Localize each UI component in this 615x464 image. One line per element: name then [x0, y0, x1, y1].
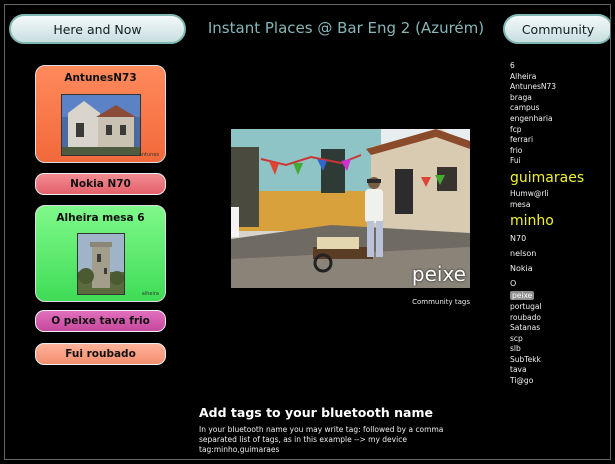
building-photo — [61, 94, 141, 156]
tower-photo-image — [78, 234, 124, 294]
tag-label: Satanas — [510, 323, 541, 333]
tag-list-item[interactable]: Fui — [510, 156, 610, 167]
tag-label: slb — [510, 344, 521, 354]
tag-label: engenharia — [510, 113, 553, 123]
tag-list-item[interactable]: AntunesN73 — [510, 82, 610, 93]
device-card-caption: Alheira mesa 6 — [56, 212, 145, 224]
tag-list-item[interactable]: Nokia — [510, 262, 610, 277]
tag-button-label: O peixe tava frio — [51, 315, 150, 327]
photo-credit: alheira — [141, 291, 159, 297]
tag-button-nokia-n70[interactable]: Nokia N70 — [35, 173, 166, 195]
tag-label: mesa — [510, 199, 531, 209]
app-window: Here and Now Instant Places @ Bar Eng 2 … — [4, 4, 611, 460]
tag-list-item[interactable]: braga — [510, 92, 610, 104]
tag-list-item[interactable]: minho — [510, 210, 610, 232]
add-tags-heading: Add tags to your bluetooth name — [199, 405, 433, 420]
tag-list-item[interactable]: fcp — [510, 124, 610, 136]
tag-list-item[interactable]: peixe — [510, 291, 610, 302]
tag-list-item[interactable]: Ti@go — [510, 376, 610, 387]
tag-list-item[interactable]: SubTekk — [510, 354, 610, 366]
tag-list-item[interactable]: Humw@rli — [510, 188, 610, 200]
tab-here-and-now[interactable]: Here and Now — [9, 14, 186, 44]
tag-label: frio — [510, 145, 523, 155]
tag-list-item[interactable]: engenharia — [510, 113, 610, 125]
tag-list-item[interactable]: Alheira — [510, 71, 610, 83]
tag-label: campus — [510, 103, 540, 113]
tag-label: portugal — [510, 301, 542, 311]
tag-label: nelson — [510, 248, 537, 258]
tag-label: Alheira — [510, 71, 537, 81]
tag-list-item[interactable]: roubado — [510, 312, 610, 324]
tag-label: 6 — [510, 61, 515, 70]
tag-label: minho — [510, 213, 554, 230]
page-title: Instant Places @ Bar Eng 2 (Azurém) — [207, 19, 485, 37]
community-tag-photo: peixe — [231, 129, 470, 288]
community-tag-list: 6 Alheira AntunesN73 braga campus engenharia f… — [510, 61, 610, 387]
tag-label: AntunesN73 — [510, 82, 557, 92]
tag-label: tava — [510, 365, 527, 375]
tag-list-item[interactable]: O — [510, 277, 610, 292]
tower-photo — [77, 233, 125, 295]
tag-label: fcp — [510, 124, 522, 134]
community-tags-caption: Community tags — [412, 298, 470, 306]
tag-button-label: Nokia N70 — [70, 178, 131, 190]
tag-list-item[interactable]: campus — [510, 103, 610, 114]
tag-label: braga — [510, 92, 532, 102]
tag-list-item[interactable]: nelson — [510, 247, 610, 262]
tag-label: Humw@rli — [510, 188, 549, 198]
tag-button-fui-roubado[interactable]: Fui roubado — [35, 343, 166, 365]
tab-community-label: Community — [521, 21, 595, 37]
tag-list-item[interactable]: Satanas — [510, 323, 610, 334]
tag-list-item[interactable]: mesa — [510, 199, 610, 211]
tag-label: scp — [510, 333, 523, 343]
tag-label: roubado — [510, 312, 541, 322]
tag-list-item[interactable]: N70 — [510, 232, 610, 247]
tag-list-item[interactable]: ferrari — [510, 135, 610, 146]
device-card-alheira-mesa-6[interactable]: Alheira mesa 6 alheira — [35, 205, 166, 302]
tag-button-label: Fui roubado — [65, 348, 136, 360]
tab-here-and-now-label: Here and Now — [53, 21, 142, 37]
tab-community[interactable]: Community — [503, 14, 610, 44]
tag-label: O — [510, 278, 517, 288]
tag-list-item[interactable]: scp — [510, 333, 610, 345]
tag-label: guimaraes — [510, 169, 585, 186]
photo-credit: antunes — [138, 152, 159, 158]
tag-label: peixe — [510, 291, 535, 301]
device-card-antunesn73[interactable]: AntunesN73 antunes — [35, 65, 166, 163]
device-card-caption: AntunesN73 — [64, 72, 137, 84]
photo-tag-label: peixe — [411, 262, 466, 286]
building-photo-image — [62, 95, 140, 155]
tag-label: N70 — [510, 234, 527, 244]
tag-label: Nokia — [510, 263, 533, 273]
tag-list-item[interactable]: 6 — [510, 61, 610, 72]
tag-list-item[interactable]: tava — [510, 365, 610, 376]
tag-list-item[interactable]: guimaraes — [510, 167, 610, 189]
add-tags-instructions: In your bluetooth name you may write tag… — [199, 425, 444, 454]
tag-list-item[interactable]: frio — [510, 145, 610, 157]
tag-label: SubTekk — [510, 354, 541, 364]
tag-label: ferrari — [510, 135, 534, 145]
tag-list-item[interactable]: slb — [510, 344, 610, 355]
tag-label: Fui — [510, 156, 521, 166]
tag-list-item[interactable]: portugal — [510, 301, 610, 313]
tag-label: Ti@go — [510, 376, 534, 386]
tag-button-o-peixe-tava-frio[interactable]: O peixe tava frio — [35, 310, 166, 332]
